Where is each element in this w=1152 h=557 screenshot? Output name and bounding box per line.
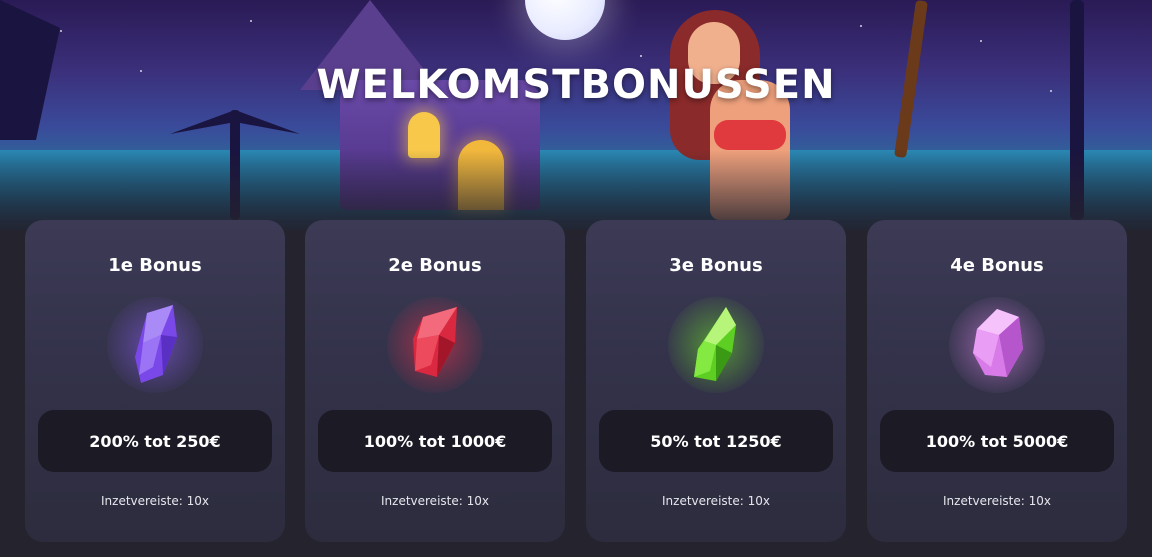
star-decoration [980,40,982,42]
star-decoration [860,25,862,27]
wager-requirement: Inzetvereiste: 10x [101,494,209,508]
hero-banner [0,0,1152,230]
bonus-offer-text: 100% tot 1000€ [363,431,507,451]
wager-requirement: Inzetvereiste: 10x [943,494,1051,508]
green-gem-icon [666,295,766,395]
wager-requirement: Inzetvereiste: 10x [381,494,489,508]
bonus-offer-text: 50% tot 1250€ [650,431,782,451]
bonus-card[interactable]: 2e Bonus 100% tot 1000€ Inzetvereiste: 1… [305,220,565,542]
wager-requirement: Inzetvereiste: 10x [662,494,770,508]
bonus-offer-pill: 50% tot 1250€ [599,410,833,472]
bonus-offer-pill: 200% tot 250€ [38,410,272,472]
star-decoration [250,20,252,22]
bonus-offer-pill: 100% tot 5000€ [880,410,1114,472]
bonus-offer-text: 100% tot 5000€ [925,431,1069,451]
bonus-card[interactable]: 3e Bonus 50% tot 1250€ Inzetvereiste: 10… [586,220,846,542]
red-gem-icon [385,295,485,395]
bonus-offer-pill: 100% tot 1000€ [318,410,552,472]
bonus-offer-text: 200% tot 250€ [89,431,221,451]
purple-gem-icon [105,295,205,395]
bonus-card-title: 2e Bonus [388,255,482,276]
bonus-card-title: 3e Bonus [669,255,763,276]
bonus-cards: 1e Bonus 200% tot 250€ Inzetvereiste: 10… [25,220,1127,542]
moon-illustration [525,0,605,40]
hero-fade [0,150,1152,230]
bonus-card[interactable]: 4e Bonus 100% tot 5000€ Inzetvereiste: 1… [867,220,1127,542]
bonus-card-title: 4e Bonus [950,255,1044,276]
bonus-card-title: 1e Bonus [108,255,202,276]
page-title: WELKOMSTBONUSSEN [316,62,836,108]
star-decoration [60,30,62,32]
star-decoration [640,55,642,57]
pink-gem-icon [947,295,1047,395]
bonus-card[interactable]: 1e Bonus 200% tot 250€ Inzetvereiste: 10… [25,220,285,542]
